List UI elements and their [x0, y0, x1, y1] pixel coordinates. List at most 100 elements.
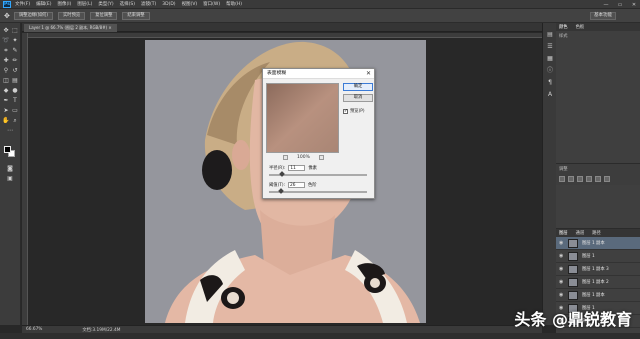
- threshold-unit: 色阶: [308, 183, 317, 188]
- zoom-in-button[interactable]: [318, 155, 324, 160]
- document-info[interactable]: 文档:3.19M/22.4M: [82, 327, 120, 333]
- preview-checkbox-row[interactable]: ✓ 预览(P): [343, 108, 365, 114]
- layer-thumbnail: [568, 238, 578, 248]
- exposure-icon[interactable]: [586, 176, 592, 182]
- threshold-row: 阈值(T): 26 色阶: [269, 182, 317, 188]
- magic-wand-icon[interactable]: ✦: [11, 37, 19, 45]
- dodge-icon[interactable]: ●: [11, 87, 19, 95]
- marquee-icon[interactable]: ⬚: [11, 27, 19, 35]
- brightness-icon[interactable]: [559, 176, 565, 182]
- info-panel-icon[interactable]: ⓘ: [546, 67, 554, 75]
- brush-icon[interactable]: ✏: [11, 57, 19, 65]
- foreground-color-swatch[interactable]: [4, 146, 11, 153]
- menu-file[interactable]: 文件(F): [15, 1, 30, 7]
- layer-row[interactable]: ◉ 图层 1: [556, 250, 640, 263]
- toolbox: ✥ ⬚ ➰ ✦ ⌗ ✎ ✚ ✏ ⚲ ↺ ◫ ▤ ◆ ● ✒ T ➤ ▭ ✋ ⌕ …: [0, 23, 21, 325]
- preview-checkbox-label: 预览(P): [350, 109, 365, 114]
- cancel-button[interactable]: 取消: [343, 94, 373, 102]
- visibility-eye-icon[interactable]: ◉: [559, 292, 564, 298]
- menu-edit[interactable]: 编辑(E): [36, 1, 51, 7]
- curves-icon[interactable]: [577, 176, 583, 182]
- levels-icon[interactable]: [568, 176, 574, 182]
- reset-adjust-button[interactable]: 复位调整: [90, 11, 118, 20]
- visibility-eye-icon[interactable]: ◉: [559, 266, 564, 272]
- visibility-eye-icon[interactable]: ◉: [559, 240, 564, 246]
- menu-bar: Ps 文件(F) 编辑(E) 图像(I) 图层(L) 类型(Y) 选择(S) 滤…: [0, 0, 640, 9]
- tab-channels[interactable]: 通道: [576, 230, 585, 236]
- document-tab[interactable]: Layer 1 @ 66.7% (图层 2 副本, RGB/8#) ×: [24, 24, 117, 32]
- hue-saturation-icon[interactable]: [604, 176, 610, 182]
- layer-row[interactable]: ◉ 图层 1 副本: [556, 289, 640, 302]
- menu-view[interactable]: 视图(V): [182, 1, 198, 7]
- menu-layer[interactable]: 图层(L): [77, 1, 92, 7]
- menu-select[interactable]: 选择(S): [120, 1, 135, 7]
- tab-paths[interactable]: 路径: [592, 230, 601, 236]
- ok-button[interactable]: 确定: [343, 83, 373, 91]
- finish-adjust-button[interactable]: 结束调整: [122, 11, 150, 20]
- swatches-panel-icon[interactable]: ▦: [546, 55, 554, 63]
- window-controls: — ▭ ✕: [602, 0, 638, 9]
- history-brush-icon[interactable]: ↺: [11, 67, 19, 75]
- live-preview-button[interactable]: 实时预览: [58, 11, 86, 20]
- photoshop-window: Ps 文件(F) 编辑(E) 图像(I) 图层(L) 类型(Y) 选择(S) 滤…: [0, 0, 640, 339]
- menu-type[interactable]: 类型(Y): [98, 1, 113, 7]
- menu-window[interactable]: 窗口(W): [203, 1, 220, 7]
- quick-mask-icon[interactable]: ◙: [6, 165, 14, 173]
- menu-3d[interactable]: 3D(D): [162, 2, 175, 7]
- path-select-icon[interactable]: ➤: [2, 107, 10, 115]
- shape-icon[interactable]: ▭: [11, 107, 19, 115]
- zoom-readout[interactable]: 66.67%: [26, 327, 42, 332]
- layer-row[interactable]: ◉ 图层 1 副本 3: [556, 263, 640, 276]
- vibrance-icon[interactable]: [595, 176, 601, 182]
- refine-edge-button[interactable]: 调整边缘(如何): [13, 11, 54, 20]
- close-window-button[interactable]: ✕: [630, 2, 638, 8]
- radius-input[interactable]: 11: [288, 165, 306, 171]
- menu-filter[interactable]: 滤镜(T): [141, 1, 156, 7]
- clone-stamp-icon[interactable]: ⚲: [2, 67, 10, 75]
- radius-slider[interactable]: [269, 171, 367, 177]
- history-panel-icon[interactable]: ▤: [546, 31, 554, 39]
- crop-icon[interactable]: ⌗: [2, 47, 10, 55]
- layer-name: 图层 1: [582, 254, 595, 259]
- layer-row[interactable]: ◉ 图层 1 副本: [556, 237, 640, 250]
- layer-row[interactable]: ◉ 图层 1 副本 2: [556, 276, 640, 289]
- threshold-input[interactable]: 26: [288, 182, 306, 188]
- type-icon[interactable]: T: [11, 97, 19, 105]
- threshold-slider[interactable]: [269, 188, 367, 194]
- minimize-button[interactable]: —: [602, 2, 610, 8]
- gradient-icon[interactable]: ▤: [11, 77, 19, 85]
- paragraph-panel-icon[interactable]: ¶: [546, 79, 554, 87]
- blur-icon[interactable]: ◆: [2, 87, 10, 95]
- screen-mode-icon[interactable]: ▣: [6, 175, 14, 183]
- close-icon[interactable]: ✕: [366, 70, 371, 77]
- layer-thumbnail: [568, 290, 578, 300]
- hand-icon[interactable]: ✋: [2, 117, 10, 125]
- preview-checkbox[interactable]: ✓: [343, 108, 348, 114]
- character-panel-icon[interactable]: A: [546, 91, 554, 99]
- layer-thumbnail: [568, 251, 578, 261]
- pen-icon[interactable]: ✒: [2, 97, 10, 105]
- tab-layers[interactable]: 图层: [559, 230, 568, 236]
- visibility-eye-icon[interactable]: ◉: [559, 253, 564, 259]
- workspace-select[interactable]: 基本功能: [590, 12, 616, 20]
- filter-preview[interactable]: [266, 83, 339, 153]
- radius-slider-knob[interactable]: [279, 171, 286, 177]
- eraser-icon[interactable]: ◫: [2, 77, 10, 85]
- move-icon[interactable]: ✥: [2, 27, 10, 35]
- maximize-button[interactable]: ▭: [616, 2, 624, 8]
- threshold-slider-knob[interactable]: [278, 188, 285, 194]
- zoom-out-button[interactable]: [283, 155, 288, 160]
- eyedropper-icon[interactable]: ✎: [11, 47, 19, 55]
- more-tools-icon[interactable]: ⋯: [6, 127, 14, 135]
- visibility-eye-icon[interactable]: ◉: [559, 279, 564, 285]
- properties-panel-icon[interactable]: ☰: [546, 43, 554, 51]
- healing-brush-icon[interactable]: ✚: [2, 57, 10, 65]
- tab-color[interactable]: 颜色: [559, 24, 568, 30]
- layer-thumbnail: [568, 277, 578, 287]
- zoom-icon[interactable]: ⌕: [11, 117, 19, 125]
- menu-help[interactable]: 帮助(H): [226, 1, 242, 7]
- menu-image[interactable]: 图像(I): [57, 1, 71, 7]
- move-tool-icon[interactable]: ✥: [4, 12, 10, 20]
- lasso-icon[interactable]: ➰: [2, 37, 10, 45]
- tab-swatches[interactable]: 色板: [576, 24, 585, 30]
